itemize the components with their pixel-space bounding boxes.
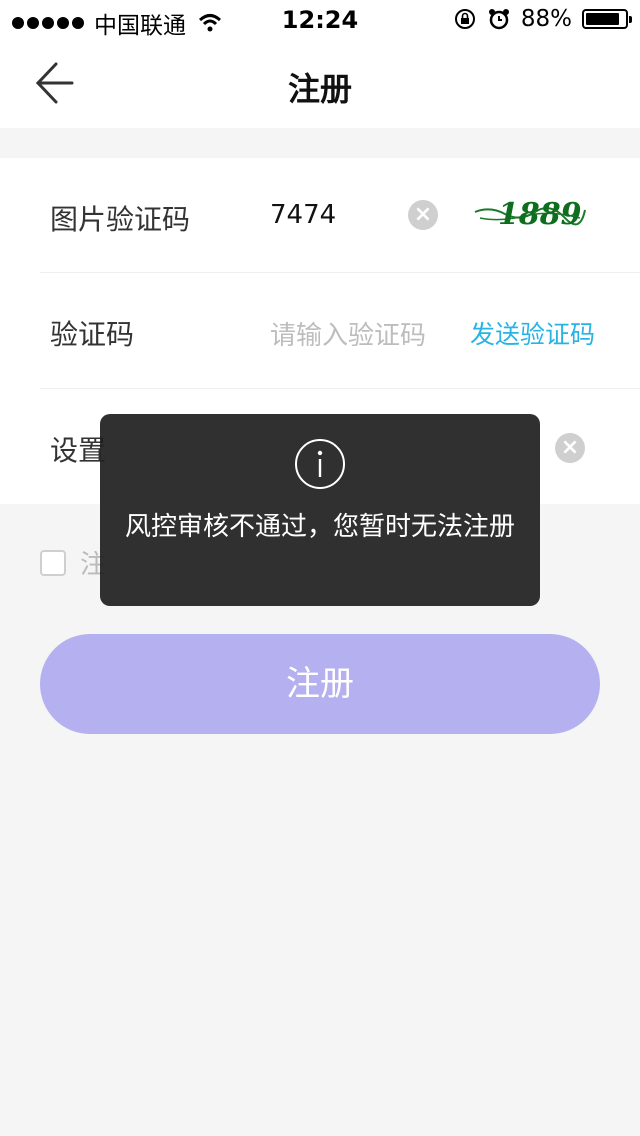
captcha-input[interactable]: 7474 — [270, 200, 336, 230]
agreement-row: 注 — [40, 544, 106, 581]
code-row: 验证码 请输入验证码 发送验证码 — [0, 273, 640, 388]
code-input[interactable]: 请输入验证码 — [270, 315, 426, 352]
nav-bar: 注册 — [0, 40, 640, 128]
code-label: 验证码 — [50, 318, 135, 351]
captcha-row: 图片验证码 7474 × 1889 — [0, 158, 640, 273]
status-right: 88% — [453, 6, 632, 32]
clear-captcha-button[interactable]: × — [408, 200, 438, 230]
info-icon — [295, 439, 345, 489]
toast-message: 风控审核不通过，您暂时无法注册 — [124, 512, 515, 542]
battery-icon — [582, 9, 632, 29]
status-bar: 中国联通 12:24 88% — [0, 0, 640, 40]
page-title: 注册 — [287, 70, 352, 108]
agreement-checkbox[interactable] — [40, 549, 66, 576]
svg-text:1889: 1889 — [498, 197, 582, 232]
captcha-image[interactable]: 1889 — [470, 188, 590, 238]
clear-password-button[interactable]: × — [555, 433, 585, 463]
alarm-icon — [488, 9, 509, 30]
register-button[interactable]: 注册 — [40, 634, 600, 734]
battery-percent: 88% — [520, 6, 572, 32]
error-toast: 风控审核不通过，您暂时无法注册 — [100, 414, 540, 606]
rotation-lock-icon — [454, 9, 475, 29]
send-code-button[interactable]: 发送验证码 — [470, 315, 595, 351]
captcha-label: 图片验证码 — [50, 203, 191, 236]
password-label: 设置 — [50, 434, 107, 467]
